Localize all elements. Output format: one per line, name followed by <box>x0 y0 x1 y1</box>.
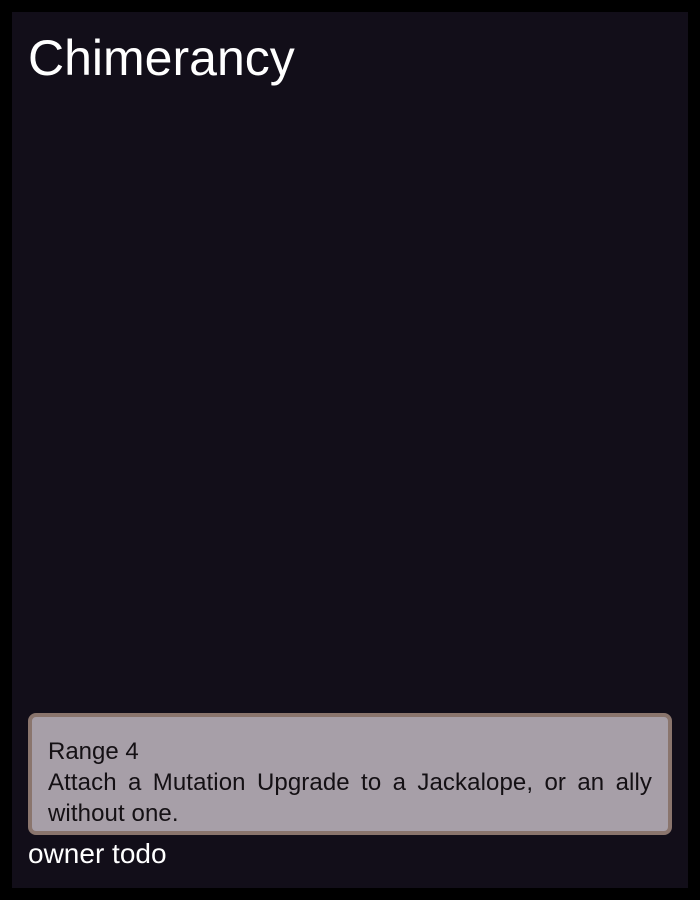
card-title: Chimerancy <box>28 30 295 86</box>
owner-label: owner todo <box>28 838 167 869</box>
card-text-box: Range 4 Attach a Mutation Upgrade to a J… <box>28 713 672 835</box>
range-text: Range 4 <box>48 738 139 765</box>
ability-text: Attach a Mutation Upgrade to a Jackalope… <box>48 769 652 827</box>
card: Chimerancy Range 4 Attach a Mutation Upg… <box>12 12 688 888</box>
